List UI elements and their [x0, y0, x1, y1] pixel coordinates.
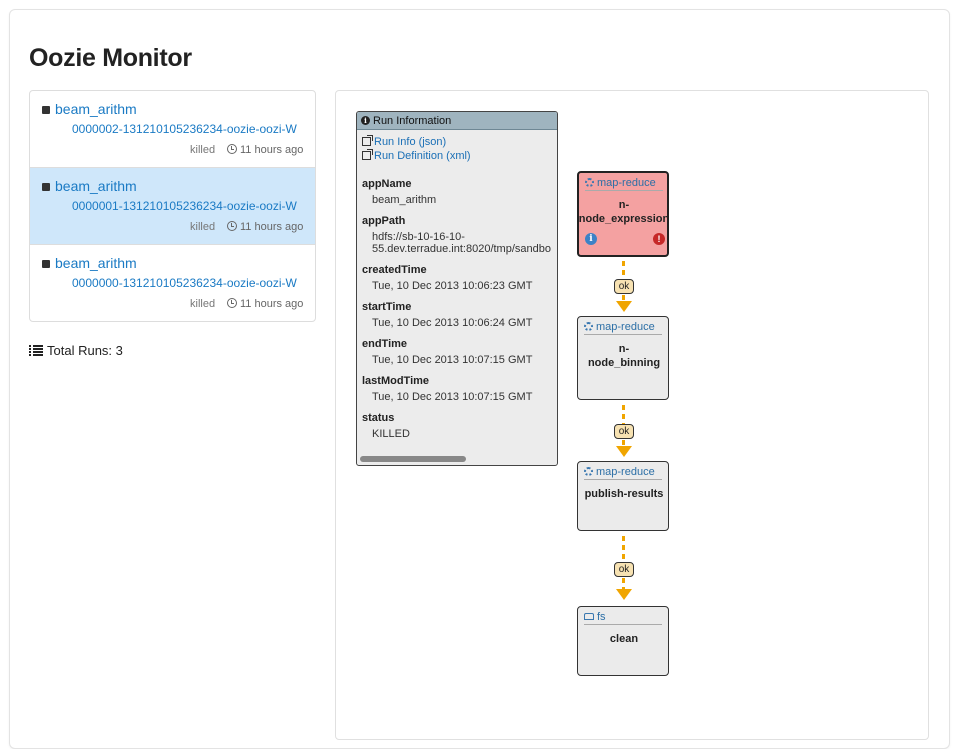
run-status: killed [190, 298, 216, 310]
total-runs: Total Runs: 3 [47, 343, 123, 358]
run-list-item[interactable]: beam_arithm 0000002-131210105236234-oozi… [30, 91, 315, 168]
run-list-item[interactable]: beam_arithm 0000000-131210105236234-oozi… [30, 245, 315, 321]
app-path-value-line1: hdfs://sb-10-16-10- [372, 231, 465, 243]
external-link-icon [362, 149, 373, 160]
list-icon [29, 345, 43, 356]
app-name-value: beam_arithm [372, 194, 437, 206]
run-definition-xml-link[interactable]: Run Definition (xml) [362, 149, 471, 162]
clock-icon [227, 144, 237, 154]
node-type-label: map-reduce [597, 177, 656, 189]
page-title: Oozie Monitor [29, 44, 192, 72]
node-name-line2: node_binning [587, 357, 661, 369]
node-type: fs [584, 611, 662, 625]
end-time-value: Tue, 10 Dec 2013 10:07:15 GMT [372, 354, 533, 366]
node-type-label: fs [597, 611, 606, 623]
created-time-label: createdTime [362, 264, 427, 276]
status-value: KILLED [372, 428, 410, 440]
run-name-link[interactable]: beam_arithm [55, 101, 137, 117]
arrow-down-icon [616, 301, 632, 312]
square-icon [42, 260, 50, 268]
run-id-link[interactable]: 0000001-131210105236234-oozie-oozi-W [72, 199, 297, 213]
start-time-value: Tue, 10 Dec 2013 10:06:24 GMT [372, 317, 533, 329]
exclamation-icon[interactable]: ! [653, 233, 665, 245]
run-id-link[interactable]: 0000002-131210105236234-oozie-oozi-W [72, 122, 297, 136]
run-information-title: Run Information [373, 115, 452, 127]
edge-label: ok [614, 279, 634, 294]
node-name-line2: node_expression [578, 213, 670, 225]
run-list-item-selected[interactable]: beam_arithm 0000001-131210105236234-oozi… [30, 168, 315, 245]
hdd-icon [584, 613, 594, 620]
run-id-link[interactable]: 0000000-131210105236234-oozie-oozi-W [72, 276, 297, 290]
node-name-line1: clean [609, 633, 639, 645]
node-type: map-reduce [584, 466, 662, 480]
run-time: 11 hours ago [240, 221, 304, 233]
end-time-label: endTime [362, 338, 408, 350]
node-name-line1: n- [618, 199, 630, 211]
edge-line [622, 405, 625, 425]
square-icon [42, 183, 50, 191]
run-status: killed [190, 221, 216, 233]
start-time-label: startTime [362, 301, 412, 313]
node-name: n- node_binning [578, 342, 670, 370]
node-name-line1: n- [618, 343, 630, 355]
run-status: killed [190, 144, 216, 156]
clock-icon [227, 221, 237, 231]
app-path-label: appPath [362, 215, 406, 227]
info-icon: i [361, 116, 370, 125]
runs-list: beam_arithm 0000002-131210105236234-oozi… [29, 90, 316, 322]
gears-icon [585, 178, 594, 187]
edge-line [622, 536, 625, 563]
workflow-node[interactable]: map-reduce n- node_binning [577, 316, 669, 400]
node-name-line1: publish-results [584, 488, 664, 500]
run-time: 11 hours ago [240, 298, 304, 310]
edge-line [622, 261, 625, 281]
square-icon [42, 106, 50, 114]
node-type-label: map-reduce [596, 321, 655, 333]
created-time-value: Tue, 10 Dec 2013 10:06:23 GMT [372, 280, 533, 292]
last-mod-time-label: lastModTime [362, 375, 430, 387]
node-type-label: map-reduce [596, 466, 655, 478]
horizontal-scrollbar[interactable] [360, 456, 466, 462]
run-name-link[interactable]: beam_arithm [55, 178, 137, 194]
edge-label: ok [614, 562, 634, 577]
gears-icon [584, 322, 593, 331]
last-mod-time-value: Tue, 10 Dec 2013 10:07:15 GMT [372, 391, 533, 403]
node-type: map-reduce [584, 321, 662, 335]
status-label: status [362, 412, 395, 424]
run-info-json-label: Run Info (json) [374, 136, 447, 148]
arrow-down-icon [616, 589, 632, 600]
run-information-panel: i Run Information Run Info (json) Run De… [356, 111, 558, 466]
app-path-value-line2: 55.dev.terradue.int:8020/tmp/sandbo [372, 243, 551, 255]
run-definition-xml-label: Run Definition (xml) [374, 150, 471, 162]
run-info-json-link[interactable]: Run Info (json) [362, 135, 447, 148]
clock-icon [227, 298, 237, 308]
run-name-link[interactable]: beam_arithm [55, 255, 137, 271]
app-name-label: appName [362, 178, 412, 190]
node-type: map-reduce [585, 177, 663, 191]
workflow-node[interactable]: map-reduce publish-results [577, 461, 669, 531]
run-time: 11 hours ago [240, 144, 304, 156]
run-information-header: i Run Information [357, 112, 557, 130]
edge-label: ok [614, 424, 634, 439]
arrow-down-icon [616, 446, 632, 457]
node-name: publish-results [578, 487, 670, 501]
workflow-node[interactable]: fs clean [577, 606, 669, 676]
workflow-node-error[interactable]: map-reduce n- node_expression i ! [577, 171, 669, 257]
node-name: n- node_expression [578, 198, 670, 226]
gears-icon [584, 467, 593, 476]
node-name: clean [578, 632, 670, 646]
external-link-icon [362, 135, 373, 146]
info-icon[interactable]: i [585, 233, 597, 245]
